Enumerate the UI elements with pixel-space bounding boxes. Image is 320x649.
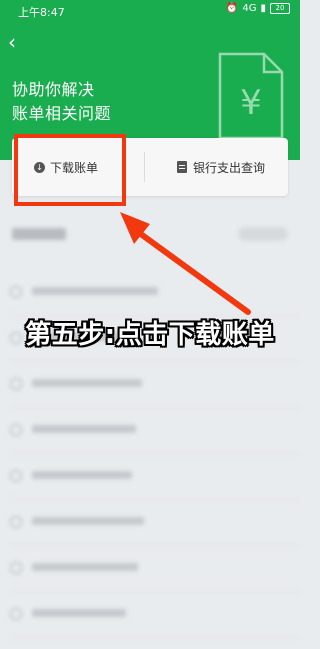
- list-item-text: [32, 471, 132, 479]
- list-item-text: [32, 425, 136, 433]
- chevron-left-icon: ‹: [8, 30, 16, 54]
- circle-icon: [10, 562, 22, 574]
- list-item[interactable]: [0, 408, 300, 454]
- list-item[interactable]: [0, 270, 300, 316]
- battery-icon: 20: [270, 3, 290, 14]
- divider: [144, 152, 145, 182]
- list-item-text: [32, 517, 144, 525]
- list-item-text: [32, 287, 158, 295]
- circle-icon: [10, 470, 22, 482]
- back-button[interactable]: ‹: [8, 30, 16, 54]
- list-header: [12, 227, 288, 246]
- alarm-icon: ⏰: [225, 3, 239, 14]
- faq-list: [0, 212, 300, 649]
- list-item-text: [32, 563, 138, 571]
- app-screen: 上午8:47 ⏰ 4G ▮ 20 ‹ 协助你解决 账单相关问题 ¥ ↓ 下载账单…: [0, 0, 300, 649]
- hero-line-2: 账单相关问题: [12, 104, 112, 123]
- list-item-text: [32, 609, 126, 617]
- list-item[interactable]: [0, 362, 300, 408]
- circle-icon: [10, 378, 22, 390]
- battery-level: 20: [275, 4, 285, 12]
- document-icon: [177, 161, 187, 173]
- list-item[interactable]: [0, 454, 300, 500]
- circle-icon: [10, 516, 22, 528]
- status-time: 上午8:47: [18, 6, 65, 19]
- circle-icon: [10, 608, 22, 620]
- network-label: 4G: [242, 3, 257, 14]
- divider: [10, 637, 300, 638]
- yuan-symbol: ¥: [240, 83, 262, 123]
- hero-line-1: 协助你解决: [12, 80, 95, 99]
- yuan-document-icon: ¥: [218, 52, 284, 140]
- signal-icon: ▮: [260, 3, 266, 14]
- bank-query-label: 银行支出查询: [193, 160, 266, 175]
- list-title: [12, 228, 66, 240]
- circle-icon: [10, 286, 22, 298]
- list-more-button[interactable]: [238, 227, 288, 241]
- list-item[interactable]: [0, 546, 300, 592]
- list-item-text: [32, 379, 142, 387]
- step-caption: 第五步:点击下载账单: [25, 320, 275, 350]
- status-bar: 上午8:47 ⏰ 4G ▮ 20: [0, 0, 300, 22]
- circle-icon: [10, 424, 22, 436]
- highlight-box: [14, 134, 126, 206]
- status-icons: ⏰ 4G ▮ 20: [226, 3, 290, 14]
- list-item[interactable]: [0, 592, 300, 638]
- list-item[interactable]: [0, 500, 300, 546]
- bank-query-button[interactable]: 银行支出查询: [177, 138, 265, 196]
